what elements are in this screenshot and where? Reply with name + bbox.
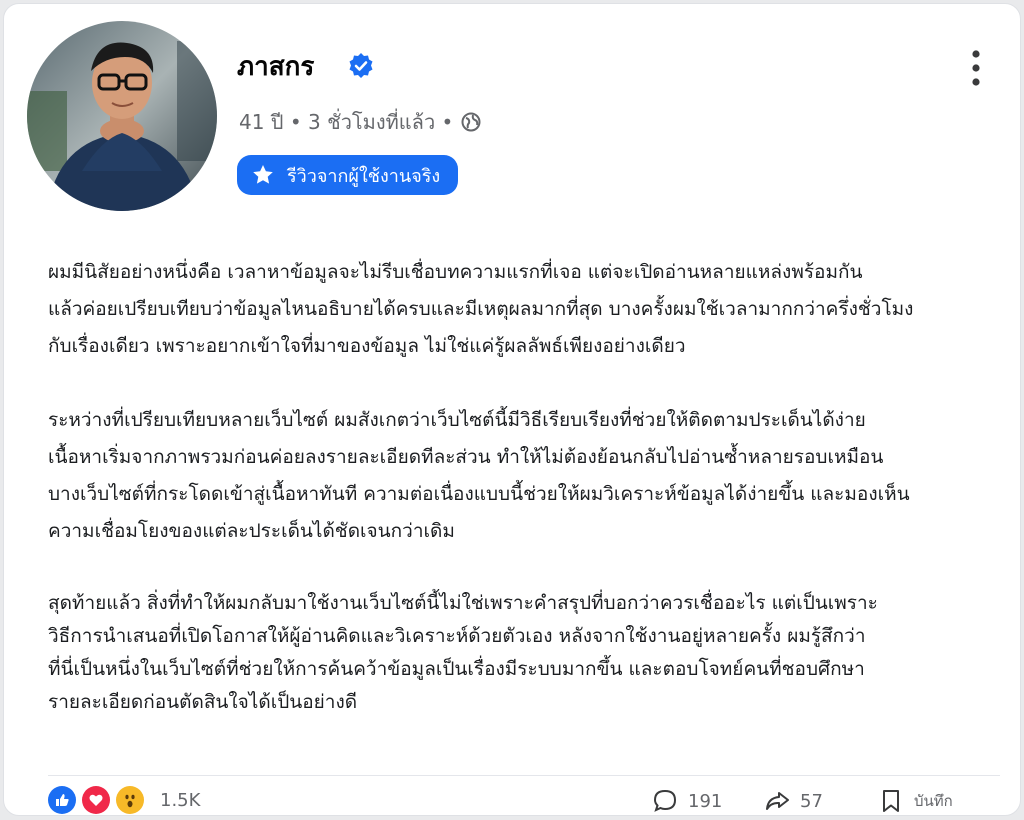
comment-count: 191 — [688, 790, 723, 812]
avatar-photo — [27, 21, 217, 211]
save-label: บันทึก — [914, 792, 953, 810]
meta-separator: • — [283, 110, 309, 134]
comment-icon — [653, 789, 677, 812]
bookmark-icon — [883, 790, 899, 812]
post-time[interactable]: 3 ชั่วโมงที่แล้ว — [308, 106, 435, 138]
share-icon — [766, 792, 789, 810]
share-button[interactable]: 57 — [764, 788, 823, 814]
like-icon — [48, 786, 76, 814]
comment-button[interactable]: 191 — [652, 788, 722, 814]
reaction-summary[interactable]: 1.5K — [48, 786, 200, 814]
avatar[interactable] — [27, 21, 217, 211]
post-paragraph: สุดท้ายแล้ว สิ่งที่ทำให้ผมกลับมาใช้งานเว… — [48, 592, 878, 713]
love-icon — [82, 786, 110, 814]
reaction-count: 1.5K — [160, 789, 201, 811]
post-card: ภาสกร 41 ปี • 3 ชั่วโมงที่แล้ว • รีวิวจา… — [3, 3, 1021, 816]
post-paragraph: ระหว่างที่เปรียบเทียบหลายเว็บไซต์ ผมสังเ… — [48, 409, 910, 542]
post-footer: 1.5K 191 57 บันทึก — [48, 782, 1008, 820]
author-age: 41 ปี — [239, 110, 284, 134]
verified-check-icon — [349, 53, 373, 78]
star-icon — [253, 165, 273, 184]
post-body: ผมมีนิสัยอย่างหนึ่งคือ เวลาหาข้อมูลจะไม่… — [48, 254, 978, 719]
globe-icon — [461, 112, 481, 132]
post-meta: 41 ปี • 3 ชั่วโมงที่แล้ว • — [239, 106, 481, 138]
more-options-icon[interactable] — [967, 48, 985, 88]
meta-separator: • — [435, 110, 454, 134]
share-count: 57 — [800, 790, 823, 812]
review-badge-label: รีวิวจากผู้ใช้งานจริง — [287, 165, 441, 187]
wow-icon — [116, 786, 144, 814]
author-name[interactable]: ภาสกร — [237, 46, 314, 87]
save-button[interactable]: บันทึก — [878, 788, 953, 814]
post-paragraph: ผมมีนิสัยอย่างหนึ่งคือ เวลาหาข้อมูลจะไม่… — [48, 261, 914, 357]
footer-divider — [48, 775, 1000, 776]
review-badge: รีวิวจากผู้ใช้งานจริง — [237, 155, 459, 195]
